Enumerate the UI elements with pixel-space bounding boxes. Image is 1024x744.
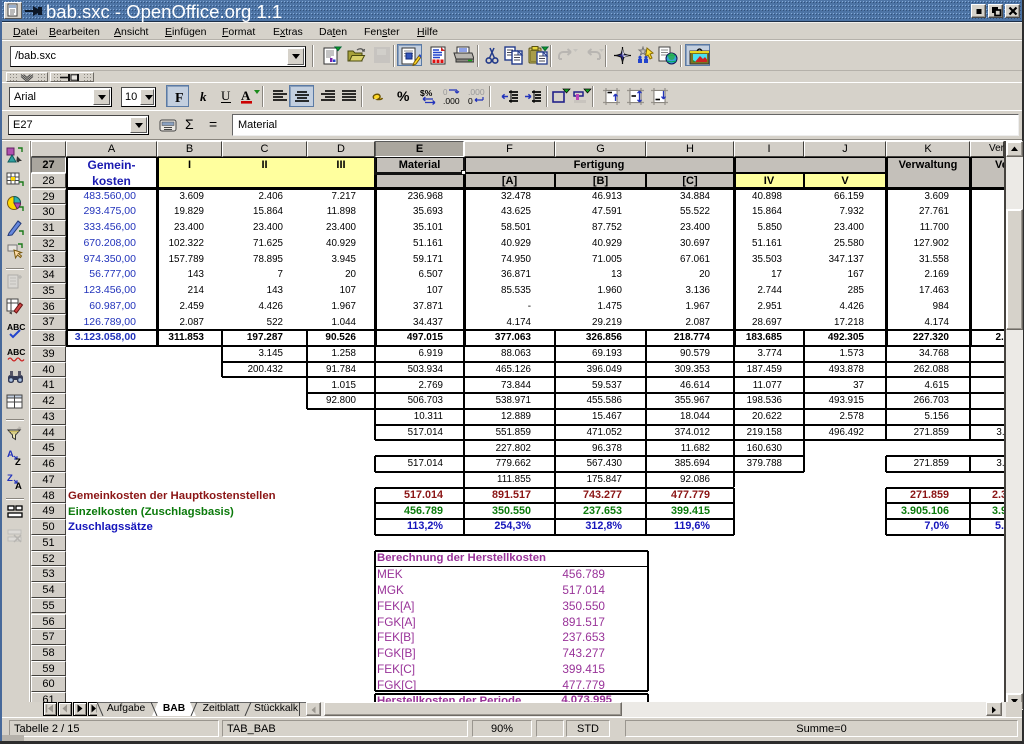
svg-text:ABC: ABC bbox=[7, 347, 25, 357]
svg-text:.000: .000 bbox=[443, 96, 460, 105]
svg-text:A: A bbox=[7, 449, 14, 460]
svg-text:Z: Z bbox=[15, 457, 21, 466]
svg-text:%: % bbox=[397, 88, 410, 104]
svg-text:F: F bbox=[175, 91, 184, 106]
svg-text:Z: Z bbox=[7, 473, 13, 484]
svg-text:$%: $% bbox=[420, 88, 433, 98]
svg-text:ABC: ABC bbox=[7, 322, 25, 332]
svg-text:0: 0 bbox=[468, 96, 473, 105]
svg-text:A: A bbox=[15, 481, 22, 490]
svg-text:A: A bbox=[241, 88, 251, 103]
svg-text:k: k bbox=[200, 89, 207, 104]
svg-text:U: U bbox=[221, 88, 231, 103]
